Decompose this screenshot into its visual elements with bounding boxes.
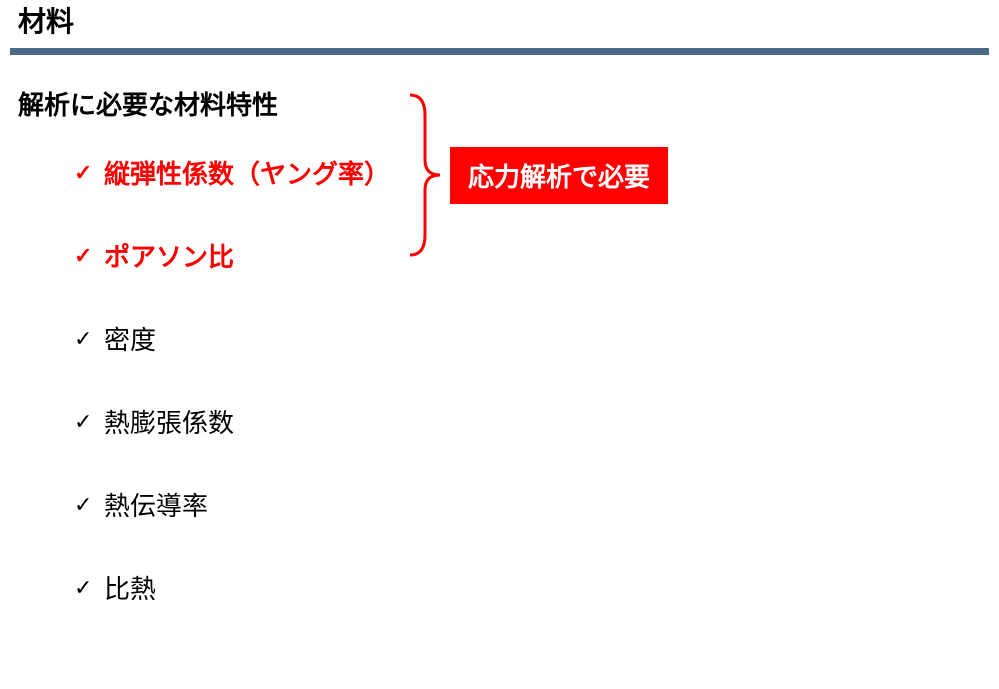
item-label: 熱伝導率 <box>104 486 208 523</box>
list-item: ✓ 熱伝導率 <box>74 486 981 523</box>
item-label: 縦弾性係数（ヤング率） <box>104 154 390 191</box>
check-icon: ✓ <box>74 575 104 601</box>
list-item: ✓ 密度 <box>74 320 981 357</box>
callout-label: 応力解析で必要 <box>450 147 668 204</box>
list-item: ✓ 比熱 <box>74 569 981 606</box>
page-title: 材料 <box>18 0 981 40</box>
check-icon: ✓ <box>74 326 104 352</box>
title-underline <box>10 48 989 55</box>
callout-group: 応力解析で必要 <box>405 90 668 260</box>
item-label: ポアソン比 <box>104 237 234 274</box>
brace-icon <box>405 90 445 260</box>
check-icon: ✓ <box>74 409 104 435</box>
page-header: 材料 <box>0 0 999 48</box>
item-label: 熱膨張係数 <box>104 403 234 440</box>
item-label: 密度 <box>104 320 156 357</box>
content-area: 解析に必要な材料特性 ✓ 縦弾性係数（ヤング率） ✓ ポアソン比 ✓ 密度 ✓ … <box>0 55 999 606</box>
item-label: 比熱 <box>104 569 156 606</box>
check-icon: ✓ <box>74 243 104 269</box>
check-icon: ✓ <box>74 492 104 518</box>
list-item: ✓ 熱膨張係数 <box>74 403 981 440</box>
check-icon: ✓ <box>74 160 104 186</box>
